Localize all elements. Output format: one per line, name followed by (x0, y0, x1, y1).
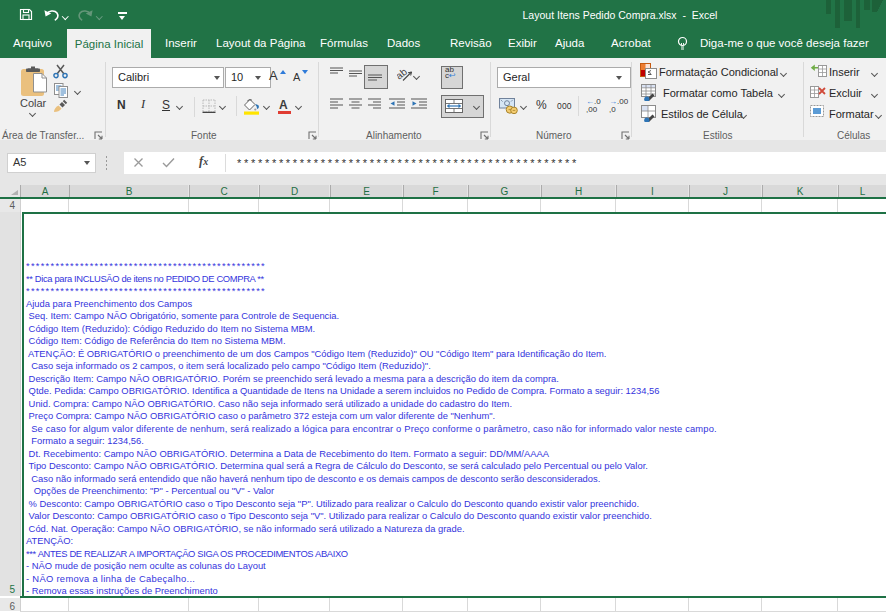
svg-text:ab: ab (397, 66, 409, 82)
